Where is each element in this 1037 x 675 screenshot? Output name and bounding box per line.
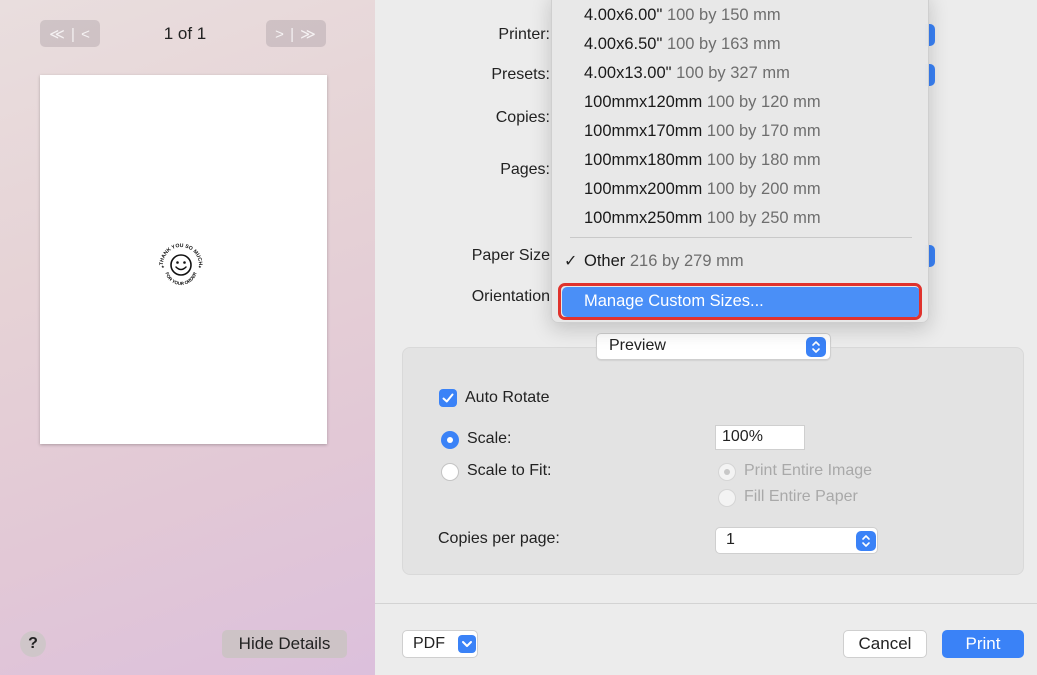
- fill-entire-paper-radio[interactable]: [718, 489, 736, 507]
- updown-chevron-icon: [806, 337, 826, 357]
- menu-item-name: 100mmx170mm: [584, 122, 703, 140]
- copies-label: Copies:: [495, 109, 550, 126]
- menu-item-name: 100mmx250mm: [584, 209, 703, 227]
- copies-per-page-label: Copies per page:: [438, 530, 560, 547]
- auto-rotate-checkbox[interactable]: [439, 389, 457, 407]
- menu-item-4x6-5[interactable]: 4.00x6.50" 100 by 163 mm: [584, 35, 781, 54]
- menu-item-name: 100mmx180mm: [584, 151, 703, 169]
- menu-item-4x13[interactable]: 4.00x13.00" 100 by 327 mm: [584, 64, 790, 83]
- menu-item-dims: 100 by 250 mm: [706, 209, 821, 227]
- menu-item-100x250[interactable]: 100mmx250mm 100 by 250 mm: [584, 209, 821, 228]
- menu-item-100x120[interactable]: 100mmx120mm 100 by 120 mm: [584, 93, 821, 112]
- menu-item-dims: 100 by 327 mm: [676, 64, 790, 82]
- menu-item-dims: 216 by 279 mm: [629, 252, 744, 270]
- menu-separator: [570, 237, 912, 238]
- scale-to-fit-radio[interactable]: [441, 463, 459, 481]
- scale-radio[interactable]: [441, 431, 459, 449]
- auto-rotate-label: Auto Rotate: [465, 389, 550, 406]
- hide-details-button[interactable]: Hide Details: [222, 630, 347, 658]
- orientation-label: Orientation: [471, 288, 550, 305]
- svg-text:★: ★: [161, 264, 165, 269]
- menu-item-dims: 100 by 163 mm: [666, 35, 781, 53]
- scale-to-fit-label: Scale to Fit:: [467, 462, 552, 479]
- print-entire-image-label: Print Entire Image: [744, 462, 873, 479]
- print-entire-image-radio[interactable]: [718, 463, 736, 481]
- footer-divider: [375, 603, 1037, 604]
- menu-item-dims: 100 by 150 mm: [666, 6, 781, 24]
- menu-item-name: 100mmx120mm: [584, 93, 703, 111]
- menu-item-name: 4.00x6.00": [584, 6, 663, 24]
- menu-item-name: 4.00x6.50": [584, 35, 663, 53]
- help-button[interactable]: ?: [20, 631, 46, 657]
- page-preview: THANK YOU SO MUCH FOR YOUR ORDER ★ ★: [40, 75, 327, 444]
- copies-per-page-value: 1: [726, 531, 735, 548]
- print-button[interactable]: Print: [942, 630, 1024, 658]
- menu-item-100x200[interactable]: 100mmx200mm 100 by 200 mm: [584, 180, 821, 199]
- menu-item-dims: 100 by 200 mm: [706, 180, 821, 198]
- menu-item-dims: 100 by 180 mm: [706, 151, 821, 169]
- printer-label: Printer:: [498, 26, 550, 43]
- copies-per-page-select[interactable]: 1: [715, 527, 878, 554]
- pages-label: Pages:: [500, 161, 550, 178]
- next-last-page-button[interactable]: > | ≫: [266, 20, 326, 47]
- chevron-down-icon: [458, 635, 476, 653]
- paper-size-label: Paper Size: [471, 247, 550, 264]
- checkmark-icon: ✓: [564, 253, 578, 270]
- menu-item-4x6[interactable]: 4.00x6.00" 100 by 150 mm: [584, 6, 781, 25]
- fill-entire-paper-label: Fill Entire Paper: [744, 488, 858, 505]
- first-previous-page-button[interactable]: ≪ | <: [40, 20, 100, 47]
- menu-item-100x180[interactable]: 100mmx180mm 100 by 180 mm: [584, 151, 821, 170]
- menu-item-dims: 100 by 120 mm: [706, 93, 821, 111]
- scale-input[interactable]: 100%: [715, 425, 805, 450]
- cancel-button[interactable]: Cancel: [843, 630, 927, 658]
- thank-you-smiley-sticker: THANK YOU SO MUCH FOR YOUR ORDER ★ ★: [159, 243, 203, 286]
- menu-item-name: 100mmx200mm: [584, 180, 703, 198]
- pdf-menu-button[interactable]: PDF: [402, 630, 478, 658]
- first-previous-label: ≪ | <: [49, 25, 91, 43]
- section-select[interactable]: Preview: [596, 333, 831, 360]
- checkmark-icon: [442, 393, 454, 403]
- updown-chevron-icon: [856, 531, 876, 551]
- svg-text:★: ★: [198, 264, 202, 269]
- menu-item-other[interactable]: Other 216 by 279 mm: [584, 252, 744, 271]
- page-count: 1 of 1: [163, 24, 207, 43]
- menu-item-100x170[interactable]: 100mmx170mm 100 by 170 mm: [584, 122, 821, 141]
- pdf-label: PDF: [413, 635, 445, 652]
- scale-label: Scale:: [467, 430, 512, 447]
- menu-item-name: 4.00x13.00": [584, 64, 672, 82]
- preview-pane: ≪ | < 1 of 1 > | ≫ THANK YOU SO MUCH FOR…: [0, 0, 375, 675]
- paper-size-menu: 4.00x6.00" 100 by 150 mm 4.00x6.50" 100 …: [551, 0, 929, 323]
- svg-text:FOR YOUR ORDER: FOR YOUR ORDER: [164, 271, 197, 286]
- menu-item-name: Other: [584, 252, 626, 270]
- sticker-bottom-text: FOR YOUR ORDER: [164, 271, 197, 286]
- menu-item-dims: 100 by 170 mm: [706, 122, 821, 140]
- next-last-label: > | ≫: [275, 25, 317, 43]
- presets-label: Presets:: [491, 66, 550, 83]
- highlight-annotation-box: [558, 283, 922, 320]
- section-select-value: Preview: [609, 337, 666, 354]
